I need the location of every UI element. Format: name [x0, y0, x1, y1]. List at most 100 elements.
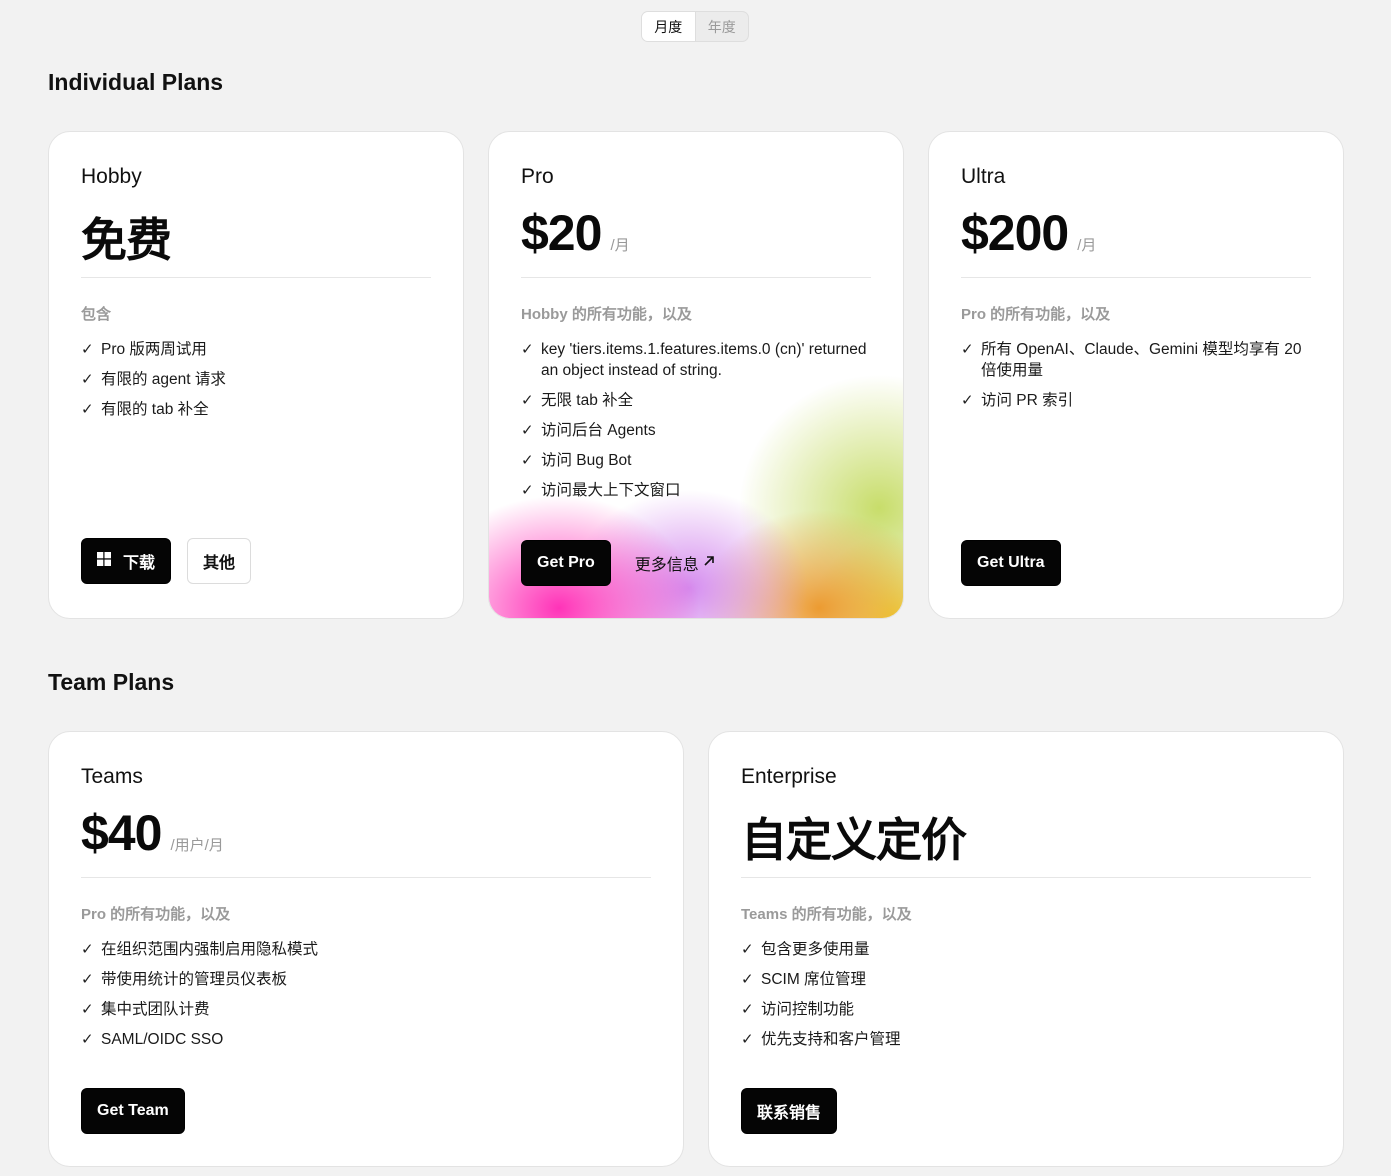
feature-text: 优先支持和客户管理	[761, 1031, 901, 1048]
get-ultra-button[interactable]: Get Ultra	[961, 540, 1061, 586]
other-download-button[interactable]: 其他	[187, 538, 252, 584]
more-info-label: 更多信息	[634, 557, 699, 574]
arrow-up-right-icon	[703, 554, 715, 572]
price-row: 自定义定价	[741, 804, 967, 870]
check-icon: ✓	[521, 452, 534, 469]
feature-text: 访问后台 Agents	[541, 422, 656, 439]
button-row: Get Team	[81, 1088, 185, 1134]
price-row: $20 /月	[521, 204, 630, 262]
feature-text: 所有 OpenAI、Claude、Gemini 模型均享有 20 倍使用量	[981, 341, 1302, 379]
feature-item: ✓ 访问 Bug Bot	[521, 450, 871, 471]
check-icon: ✓	[81, 1031, 94, 1048]
check-icon: ✓	[741, 941, 754, 958]
price-unit: /月	[1077, 237, 1097, 254]
check-icon: ✓	[81, 941, 94, 958]
feature-item: ✓ 有限的 agent 请求	[81, 369, 431, 390]
feature-list: ✓ key 'tiers.items.1.features.items.0 (cn…	[521, 339, 871, 510]
feature-item: ✓ 访问后台 Agents	[521, 420, 871, 441]
feature-item: ✓ 无限 tab 补全	[521, 390, 871, 411]
feature-item: ✓ 优先支持和客户管理	[741, 1029, 1311, 1050]
plan-price: $40	[81, 805, 162, 861]
feature-list: ✓ 所有 OpenAI、Claude、Gemini 模型均享有 20 倍使用量 ✓ 访…	[961, 339, 1311, 420]
feature-item: ✓ 所有 OpenAI、Claude、Gemini 模型均享有 20 倍使用量	[961, 339, 1311, 381]
feature-text: 包含更多使用量	[761, 941, 870, 958]
check-icon: ✓	[961, 341, 974, 358]
get-team-button[interactable]: Get Team	[81, 1088, 185, 1134]
check-icon: ✓	[741, 1031, 754, 1048]
price-row: $40 /用户/月	[81, 804, 224, 862]
windows-icon	[97, 551, 111, 571]
check-icon: ✓	[741, 1001, 754, 1018]
divider	[521, 277, 871, 278]
feature-list: ✓ 在组织范围内强制启用隐私模式 ✓ 带使用统计的管理员仪表板 ✓ 集中式团队计费 ✓ SAM…	[81, 939, 651, 1059]
check-icon: ✓	[521, 422, 534, 439]
feature-item: ✓ 访问 PR 索引	[961, 390, 1311, 411]
feature-item: ✓ 访问最大上下文窗口	[521, 480, 871, 501]
plan-name: Pro	[521, 165, 554, 188]
plan-price: 免费	[81, 214, 172, 266]
divider	[81, 877, 651, 878]
enterprise-plan-card: Enterprise 自定义定价 Teams 的所有功能，以及 ✓ 包含更多使用量…	[708, 731, 1344, 1167]
feature-item: ✓ SAML/OIDC SSO	[81, 1029, 651, 1050]
feature-text: 集中式团队计费	[101, 1001, 210, 1018]
button-row: Get Ultra	[961, 540, 1061, 586]
billing-toggle: 月度 年度	[641, 11, 749, 42]
features-title: Teams 的所有功能，以及	[741, 906, 912, 923]
features-title: Hobby 的所有功能，以及	[521, 306, 692, 323]
divider	[961, 277, 1311, 278]
plan-name: Teams	[81, 765, 143, 788]
check-icon: ✓	[81, 341, 94, 358]
team-plans-heading: Team Plans	[48, 669, 175, 695]
feature-item: ✓ Pro 版两周试用	[81, 339, 431, 360]
feature-text: 带使用统计的管理员仪表板	[101, 971, 288, 988]
feature-text: 无限 tab 补全	[541, 392, 634, 409]
check-icon: ✓	[81, 1001, 94, 1018]
plan-price: $20	[521, 205, 602, 261]
feature-list: ✓ Pro 版两周试用 ✓ 有限的 agent 请求 ✓ 有限的 tab 补全	[81, 339, 431, 429]
feature-text: 有限的 tab 补全	[101, 401, 209, 418]
feature-text: 访问 Bug Bot	[541, 452, 632, 469]
feature-text: SCIM 席位管理	[761, 971, 867, 988]
download-label: 下载	[123, 555, 156, 572]
contact-sales-button[interactable]: 联系销售	[741, 1088, 838, 1134]
price-unit: /月	[610, 237, 630, 254]
feature-text: Pro 版两周试用	[101, 341, 207, 358]
check-icon: ✓	[521, 341, 534, 358]
get-pro-button[interactable]: Get Pro	[521, 540, 611, 586]
feature-list: ✓ 包含更多使用量 ✓ SCIM 席位管理 ✓ 访问控制功能 ✓ 优先支持和客户管理	[741, 939, 1311, 1059]
feature-item: ✓ SCIM 席位管理	[741, 969, 1311, 990]
download-button[interactable]: 下载	[81, 538, 172, 584]
feature-item: ✓ key 'tiers.items.1.features.items.0 (cn…	[521, 339, 871, 381]
more-info-link[interactable]: 更多信息	[635, 551, 715, 575]
plan-name: Ultra	[961, 165, 1006, 188]
check-icon: ✓	[81, 971, 94, 988]
feature-text: 访问控制功能	[761, 1001, 855, 1018]
check-icon: ✓	[81, 371, 94, 388]
features-title: Pro 的所有功能，以及	[81, 906, 231, 923]
feature-text: SAML/OIDC SSO	[101, 1031, 224, 1048]
feature-item: ✓ 在组织范围内强制启用隐私模式	[81, 939, 651, 960]
button-row: 联系销售	[741, 1088, 838, 1134]
individual-plans-heading: Individual Plans	[48, 69, 224, 95]
feature-text: 有限的 agent 请求	[101, 371, 226, 388]
feature-text: 访问最大上下文窗口	[541, 482, 681, 499]
feature-item: ✓ 集中式团队计费	[81, 999, 651, 1020]
feature-item: ✓ 包含更多使用量	[741, 939, 1311, 960]
price-unit: /用户/月	[170, 837, 224, 854]
feature-text: 访问 PR 索引	[981, 392, 1074, 409]
plan-name: Enterprise	[741, 765, 837, 788]
features-title: 包含	[81, 306, 112, 323]
teams-plan-card: Teams $40 /用户/月 Pro 的所有功能，以及 ✓ 在组织范围内强制启用…	[48, 731, 684, 1167]
features-title: Pro 的所有功能，以及	[961, 306, 1111, 323]
check-icon: ✓	[741, 971, 754, 988]
button-row: 下载 其他	[81, 538, 252, 584]
plan-price: 自定义定价	[741, 814, 967, 866]
billing-monthly-option[interactable]: 月度	[642, 12, 696, 41]
pro-plan-card: Pro $20 /月 Hobby 的所有功能，以及 ✓ key 'tiers.it…	[488, 131, 904, 619]
billing-yearly-option[interactable]: 年度	[696, 12, 749, 41]
plan-price: $200	[961, 205, 1069, 261]
check-icon: ✓	[961, 392, 974, 409]
hobby-plan-card: Hobby 免费 包含 ✓ Pro 版两周试用 ✓ 有限的 agent 请求 ✓ 有限的 …	[48, 131, 464, 619]
check-icon: ✓	[81, 401, 94, 418]
feature-item: ✓ 访问控制功能	[741, 999, 1311, 1020]
